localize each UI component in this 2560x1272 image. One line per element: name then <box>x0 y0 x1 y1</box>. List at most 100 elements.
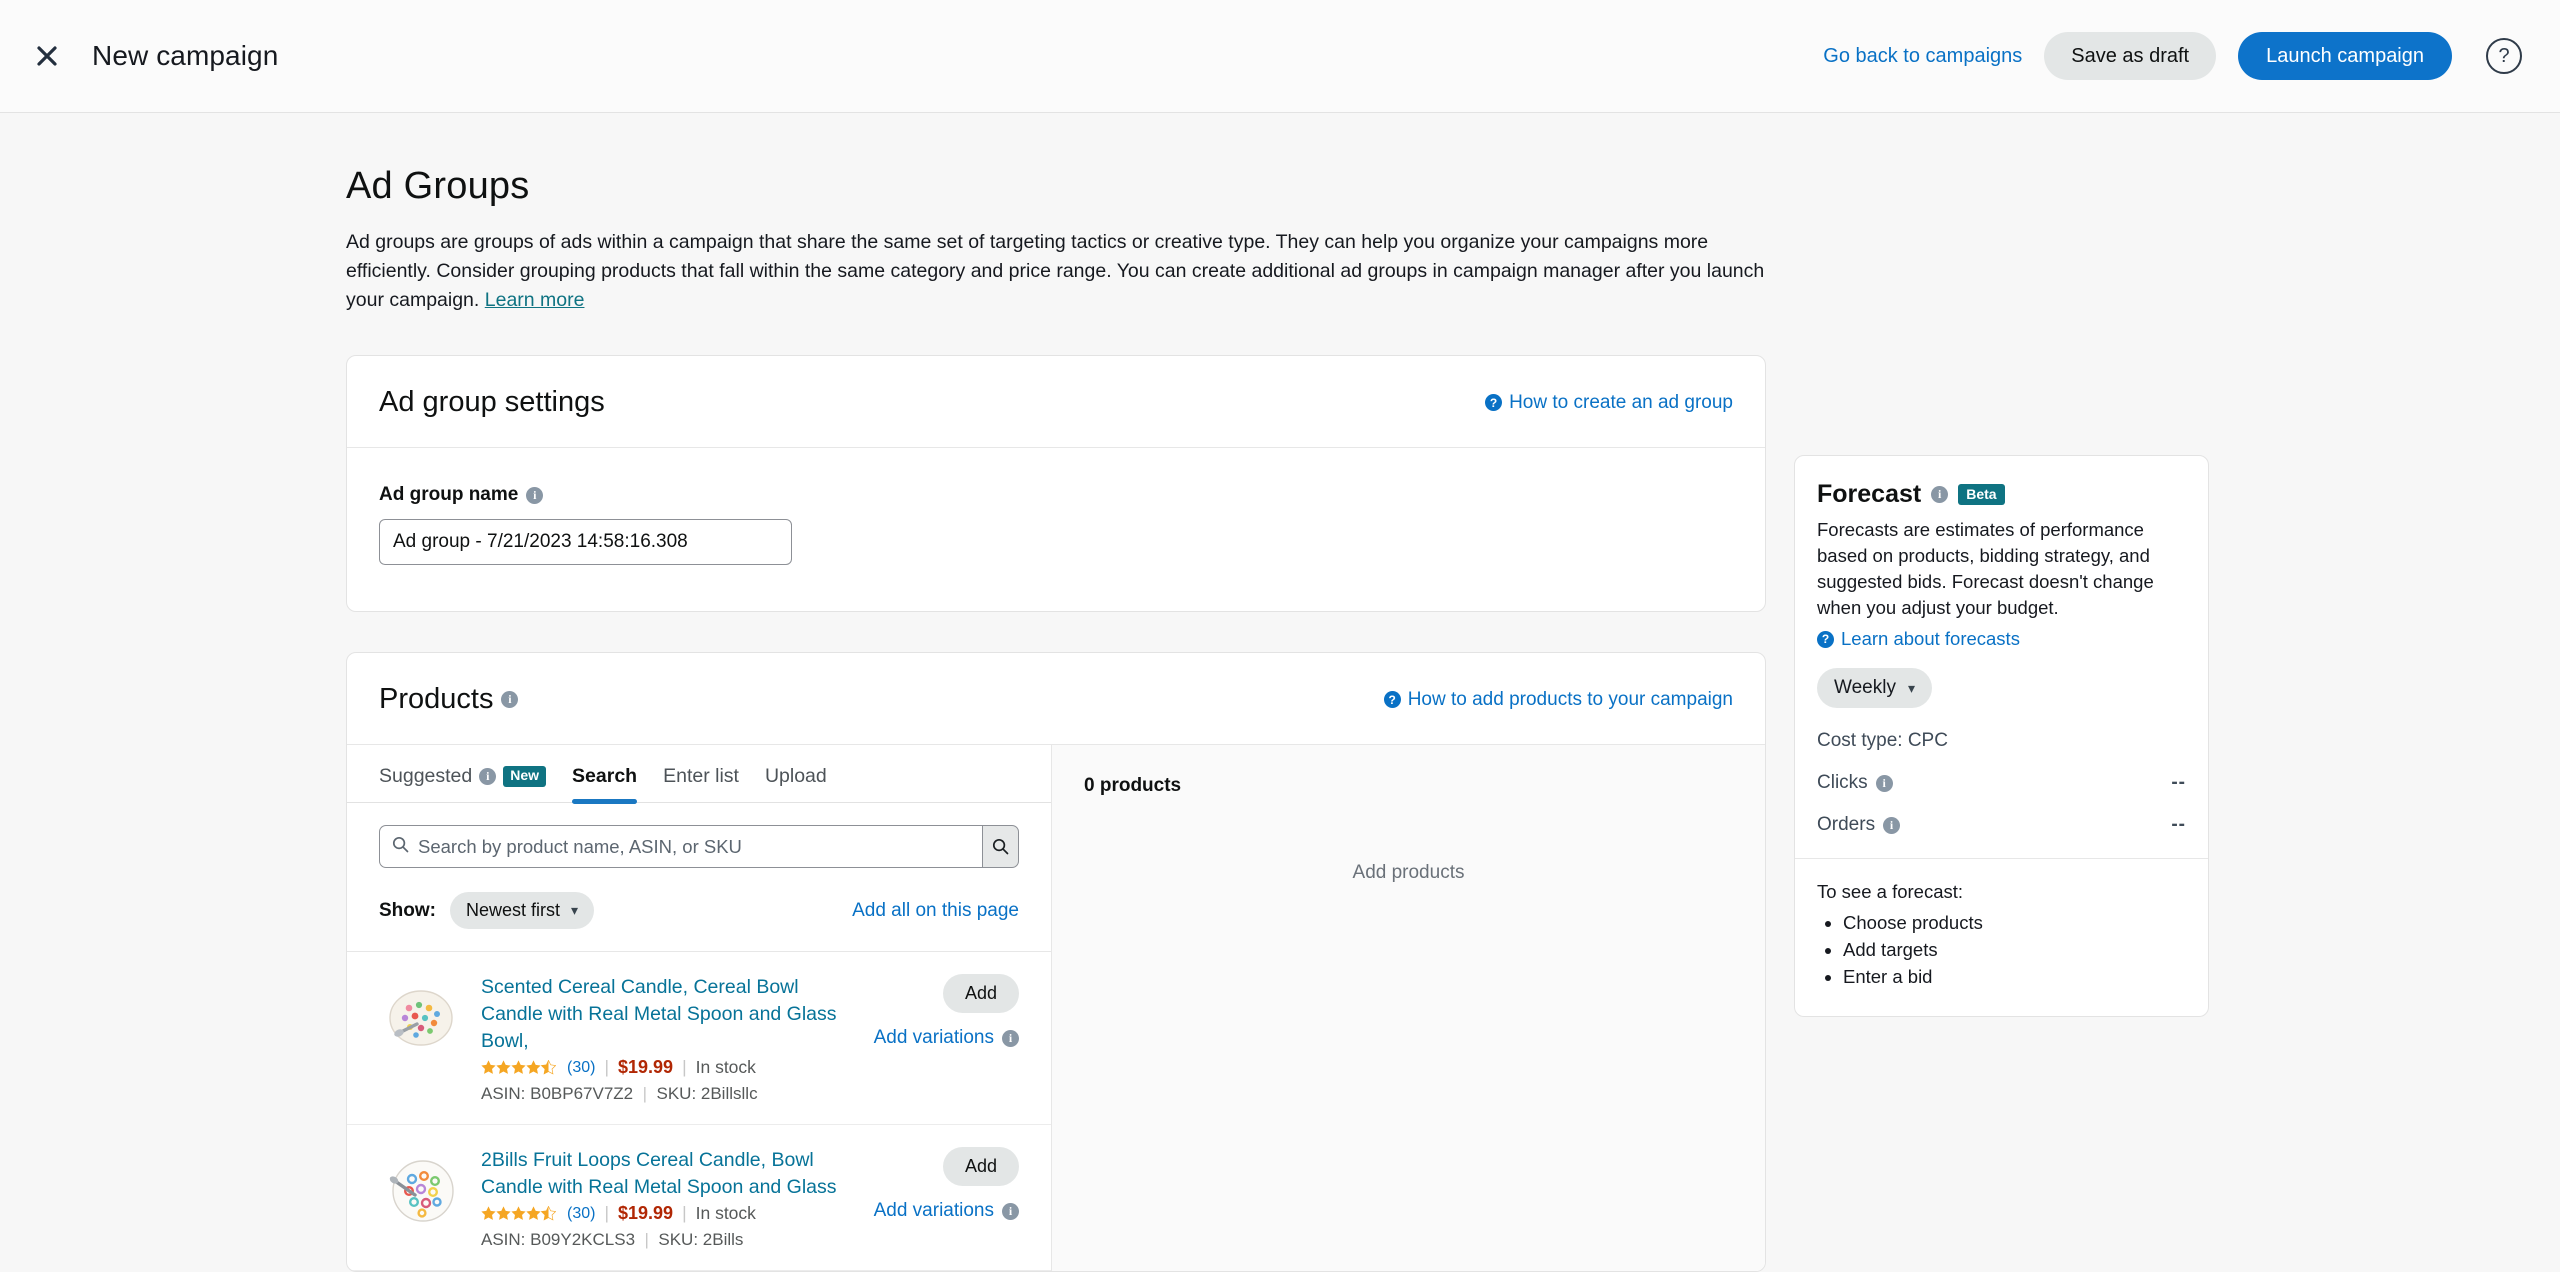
add-variations-link[interactable]: Add variations i <box>874 1200 1019 1222</box>
question-mark-icon: ? <box>1485 394 1502 411</box>
product-show-row: Show: Newest first ▾ Add all on this pag… <box>347 868 1051 952</box>
forecast-footer: To see a forecast: Choose products Add t… <box>1795 858 2208 1016</box>
info-icon[interactable]: i <box>1931 486 1948 503</box>
info-icon[interactable]: i <box>1876 775 1893 792</box>
forecast-period-value: Weekly <box>1834 677 1896 699</box>
search-submit-button[interactable] <box>982 825 1019 868</box>
product-sku: SKU: 2Bills <box>658 1230 743 1249</box>
product-stock-status: In stock <box>696 1057 756 1078</box>
product-price: $19.99 <box>618 1203 673 1224</box>
ad-group-settings-body: Ad group name i <box>347 448 1765 611</box>
product-search-panel: Suggested i New Search Enter list Upload <box>347 745 1052 1271</box>
tab-enter-list-label: Enter list <box>663 765 739 788</box>
tab-suggested[interactable]: Suggested i New <box>379 765 546 802</box>
tab-enter-list[interactable]: Enter list <box>663 765 739 802</box>
star-rating-icon <box>481 1060 556 1075</box>
list-item: Choose products <box>1843 909 2186 936</box>
tab-suggested-label: Suggested <box>379 765 472 788</box>
forecast-title: Forecast <box>1817 480 1921 509</box>
sort-order-select[interactable]: Newest first ▾ <box>450 892 594 929</box>
page-body: Ad Groups Ad groups are groups of ads wi… <box>0 113 2560 1272</box>
launch-campaign-button[interactable]: Launch campaign <box>2238 32 2452 80</box>
product-sku: SKU: 2Billsllc <box>656 1084 757 1103</box>
info-icon[interactable]: i <box>1002 1030 1019 1047</box>
help-icon[interactable]: ? <box>2486 38 2522 74</box>
product-actions: Add Add variations i <box>869 974 1019 1104</box>
info-icon[interactable]: i <box>1002 1203 1019 1220</box>
product-search-field[interactable] <box>379 825 982 868</box>
meta-separator: | <box>682 1203 687 1224</box>
product-result-row: 2Bills Fruit Loops Cereal Candle, Bowl C… <box>347 1125 1051 1271</box>
list-item: Enter a bid <box>1843 963 2186 990</box>
forecast-title-row: Forecast i Beta <box>1817 480 2186 509</box>
forecast-footer-title: To see a forecast: <box>1817 881 2186 903</box>
forecast-metric-orders-value: -- <box>2171 814 2186 836</box>
search-icon <box>392 836 409 858</box>
star-rating-icon <box>481 1206 556 1221</box>
learn-more-link[interactable]: Learn more <box>485 289 585 311</box>
forecast-requirements-list: Choose products Add targets Enter a bid <box>1843 909 2186 990</box>
add-all-on-page-link[interactable]: Add all on this page <box>852 900 1019 922</box>
how-to-create-ad-group-label: How to create an ad group <box>1509 392 1733 414</box>
how-to-add-products-link[interactable]: ? How to add products to your campaign <box>1384 689 1733 711</box>
product-details: 2Bills Fruit Loops Cereal Candle, Bowl C… <box>481 1147 851 1250</box>
product-search-row <box>347 803 1051 868</box>
ad-group-settings-card: Ad group settings ? How to create an ad … <box>346 355 1766 612</box>
page-header-title: New campaign <box>92 40 278 72</box>
ad-group-name-label: Ad group name i <box>379 484 1733 506</box>
close-icon[interactable] <box>26 35 68 77</box>
product-source-tabs: Suggested i New Search Enter list Upload <box>347 745 1051 803</box>
products-card: Products i ? How to add products to your… <box>346 652 1766 1272</box>
forecast-metric-orders: Orders i -- <box>1817 814 2186 836</box>
product-identifiers: ASIN: B0BP67V7Z2 | SKU: 2Billsllc <box>481 1084 851 1104</box>
learn-about-forecasts-label: Learn about forecasts <box>1841 628 2020 650</box>
product-asin: ASIN: B09Y2KCLS3 <box>481 1230 635 1249</box>
product-actions: Add Add variations i <box>869 1147 1019 1250</box>
ad-group-name-input[interactable] <box>379 519 792 565</box>
question-mark-icon: ? <box>1817 631 1834 648</box>
add-product-button[interactable]: Add <box>943 1147 1019 1186</box>
tab-upload[interactable]: Upload <box>765 765 827 802</box>
question-mark-icon: ? <box>1384 691 1401 708</box>
product-title-link[interactable]: Scented Cereal Candle, Cereal Bowl Candl… <box>481 974 851 1055</box>
forecast-metric-clicks-value: -- <box>2171 772 2186 794</box>
add-product-button[interactable]: Add <box>943 974 1019 1013</box>
how-to-create-ad-group-link[interactable]: ? How to create an ad group <box>1485 392 1733 414</box>
add-variations-link[interactable]: Add variations i <box>874 1027 1019 1049</box>
info-icon[interactable]: i <box>526 487 543 504</box>
products-split: Suggested i New Search Enter list Upload <box>347 745 1765 1271</box>
meta-separator: | <box>604 1057 609 1078</box>
add-variations-label: Add variations <box>874 1200 994 1222</box>
product-title-link[interactable]: 2Bills Fruit Loops Cereal Candle, Bowl C… <box>481 1147 851 1201</box>
tab-search[interactable]: Search <box>572 765 637 802</box>
add-variations-label: Add variations <box>874 1027 994 1049</box>
info-icon[interactable]: i <box>479 768 496 785</box>
how-to-add-products-label: How to add products to your campaign <box>1408 689 1733 711</box>
product-thumbnail <box>379 974 463 1058</box>
product-price: $19.99 <box>618 1057 673 1078</box>
products-header: Products i ? How to add products to your… <box>347 653 1765 745</box>
chevron-down-icon: ▾ <box>571 902 578 919</box>
save-as-draft-button[interactable]: Save as draft <box>2044 32 2216 80</box>
forecast-cost-type: Cost type: CPC <box>1817 730 2186 752</box>
show-label: Show: <box>379 900 436 922</box>
info-icon[interactable]: i <box>501 691 518 708</box>
selected-products-panel: 0 products Add products <box>1052 745 1765 1271</box>
info-icon[interactable]: i <box>1883 817 1900 834</box>
go-back-to-campaigns-link[interactable]: Go back to campaigns <box>1823 45 2022 68</box>
rating-count-link[interactable]: (30) <box>567 1205 595 1223</box>
forecast-period-select[interactable]: Weekly ▾ <box>1817 668 1932 708</box>
forecast-metric-orders-label: Orders <box>1817 814 1875 836</box>
product-search-wrap <box>379 825 1019 868</box>
search-input[interactable] <box>418 836 970 858</box>
forecast-body: Forecast i Beta Forecasts are estimates … <box>1795 456 2208 858</box>
forecast-metric-clicks-label: Clicks <box>1817 772 1868 794</box>
learn-about-forecasts-link[interactable]: ? Learn about forecasts <box>1817 628 2186 650</box>
rating-count-link[interactable]: (30) <box>567 1059 595 1077</box>
product-meta: (30) | $19.99 | In stock <box>481 1203 851 1224</box>
list-item: Add targets <box>1843 936 2186 963</box>
product-asin: ASIN: B0BP67V7Z2 <box>481 1084 633 1103</box>
selected-products-count: 0 products <box>1084 775 1733 797</box>
meta-separator: | <box>604 1203 609 1224</box>
top-bar-actions: Go back to campaigns Save as draft Launc… <box>1823 32 2522 80</box>
